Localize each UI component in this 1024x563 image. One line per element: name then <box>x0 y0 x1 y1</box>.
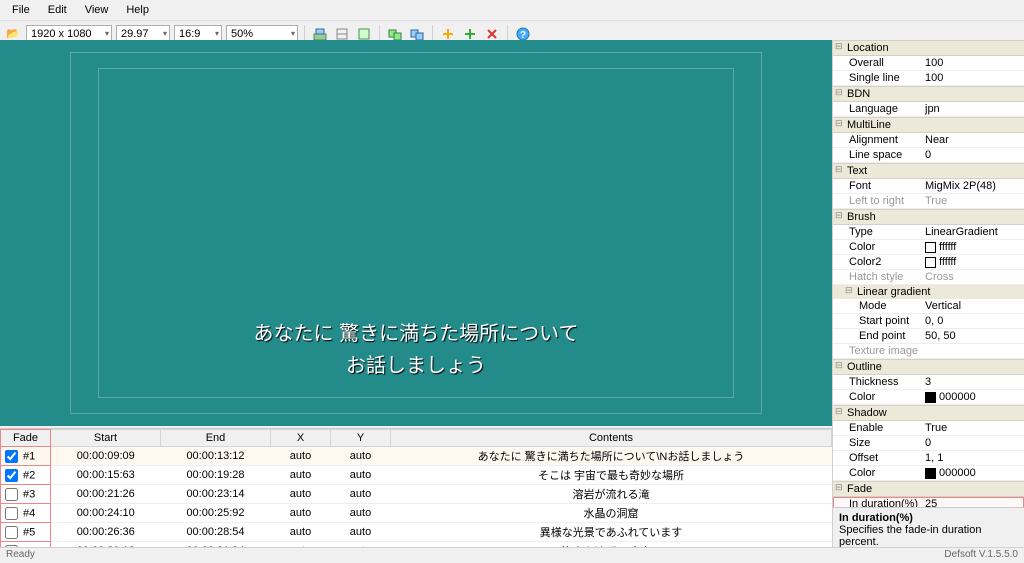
cell-contents: 水晶の洞窟 <box>391 504 832 523</box>
prop-lg-mode[interactable]: Vertical <box>921 299 1024 313</box>
preview-pane: あなたに 驚きに満ちた場所について お話しましょう <box>0 40 832 426</box>
table-row[interactable]: #400:00:24:1000:00:25:92autoauto水晶の洞窟 <box>1 504 832 523</box>
cell-end: 00:00:28:54 <box>161 523 271 542</box>
cat-outline[interactable]: Outline <box>833 359 1024 375</box>
table-row[interactable]: #500:00:26:3600:00:28:54autoauto異様な光景であふ… <box>1 523 832 542</box>
cell-y: auto <box>331 504 391 523</box>
cell-x: auto <box>271 504 331 523</box>
cell-start: 00:00:09:09 <box>51 447 161 466</box>
table-row[interactable]: #100:00:09:0900:00:13:12autoautoあなたに 驚きに… <box>1 447 832 466</box>
prop-shadow-offset[interactable]: 1, 1 <box>921 451 1024 465</box>
prop-font[interactable]: MigMix 2P(48) <box>921 179 1024 193</box>
prop-fade-in[interactable]: 25 <box>921 497 1024 507</box>
col-x[interactable]: X <box>271 430 331 447</box>
fade-checkbox-cell[interactable]: #5 <box>1 523 51 542</box>
cat-multiline[interactable]: MultiLine <box>833 117 1024 133</box>
cat-linear-gradient[interactable]: Linear gradient <box>833 285 1024 299</box>
subtitle-grid[interactable]: Fade Start End X Y Contents #100:00:09:0… <box>0 428 832 547</box>
cat-bdn[interactable]: BDN <box>833 86 1024 102</box>
cell-start: 00:00:21:26 <box>51 485 161 504</box>
col-contents[interactable]: Contents <box>391 430 832 447</box>
cat-fade[interactable]: Fade <box>833 481 1024 497</box>
prop-language[interactable]: jpn <box>921 102 1024 116</box>
prop-overall[interactable]: 100 <box>921 56 1024 70</box>
col-end[interactable]: End <box>161 430 271 447</box>
cell-start: 00:00:24:10 <box>51 504 161 523</box>
prop-brush-color[interactable]: ffffff <box>921 240 1024 254</box>
subtitle-text: あなたに 驚きに満ちた場所について お話しましょう <box>0 318 832 382</box>
fade-checkbox-cell[interactable]: #4 <box>1 504 51 523</box>
prop-shadow-enable[interactable]: True <box>921 421 1024 435</box>
status-right: Defsoft V.1.5.5.0 <box>944 549 1018 562</box>
prop-line-space[interactable]: 0 <box>921 148 1024 162</box>
menu-view[interactable]: View <box>77 2 117 18</box>
prop-ltr: True <box>921 194 1024 208</box>
cat-text[interactable]: Text <box>833 163 1024 179</box>
prop-shadow-color[interactable]: 000000 <box>921 466 1024 480</box>
prop-brush-color2[interactable]: ffffff <box>921 255 1024 269</box>
cat-brush[interactable]: Brush <box>833 209 1024 225</box>
cell-start: 00:00:26:36 <box>51 523 161 542</box>
cell-y: auto <box>331 523 391 542</box>
cell-contents: 異様な光景であふれています <box>391 523 832 542</box>
cell-start: 00:00:15:63 <box>51 466 161 485</box>
prop-thickness[interactable]: 3 <box>921 375 1024 389</box>
cat-shadow[interactable]: Shadow <box>833 405 1024 421</box>
cell-end: 00:00:19:28 <box>161 466 271 485</box>
svg-text:?: ? <box>520 30 526 41</box>
fade-checkbox-cell[interactable]: #3 <box>1 485 51 504</box>
menubar: File Edit View Help <box>0 0 1024 21</box>
prop-brush-type[interactable]: LinearGradient <box>921 225 1024 239</box>
cell-contents: 溶岩が流れる滝 <box>391 485 832 504</box>
status-left: Ready <box>6 549 35 562</box>
table-row[interactable]: #300:00:21:2600:00:23:14autoauto溶岩が流れる滝 <box>1 485 832 504</box>
cell-x: auto <box>271 523 331 542</box>
cell-x: auto <box>271 485 331 504</box>
prop-hatch: Cross <box>921 270 1024 284</box>
cell-x: auto <box>271 466 331 485</box>
cell-contents: あなたに 驚きに満ちた場所について\Nお話しましょう <box>391 447 832 466</box>
fade-checkbox-cell[interactable]: #2 <box>1 466 51 485</box>
prop-alignment[interactable]: Near <box>921 133 1024 147</box>
col-y[interactable]: Y <box>331 430 391 447</box>
menu-help[interactable]: Help <box>118 2 157 18</box>
col-fade[interactable]: Fade <box>1 430 51 447</box>
table-row[interactable]: #200:00:15:6300:00:19:28autoautoそこは 宇宙で最… <box>1 466 832 485</box>
cell-contents: そこは 宇宙で最も奇妙な場所 <box>391 466 832 485</box>
cell-x: auto <box>271 447 331 466</box>
cat-location[interactable]: Location <box>833 40 1024 56</box>
property-grid[interactable]: Location Overall100 Single line100 BDN L… <box>832 40 1024 547</box>
menu-file[interactable]: File <box>4 2 38 18</box>
statusbar: Ready Defsoft V.1.5.5.0 <box>0 547 1024 563</box>
menu-edit[interactable]: Edit <box>40 2 75 18</box>
cell-y: auto <box>331 466 391 485</box>
prop-shadow-size[interactable]: 0 <box>921 436 1024 450</box>
prop-lg-start[interactable]: 0, 0 <box>921 314 1024 328</box>
fade-checkbox-cell[interactable]: #1 <box>1 447 51 466</box>
cell-end: 00:00:23:14 <box>161 485 271 504</box>
prop-single-line[interactable]: 100 <box>921 71 1024 85</box>
col-start[interactable]: Start <box>51 430 161 447</box>
cell-y: auto <box>331 447 391 466</box>
prop-texture <box>921 344 1024 358</box>
property-description: In duration(%) Specifies the fade-in dur… <box>833 507 1024 547</box>
cell-y: auto <box>331 485 391 504</box>
prop-lg-end[interactable]: 50, 50 <box>921 329 1024 343</box>
cell-end: 00:00:25:92 <box>161 504 271 523</box>
prop-outline-color[interactable]: 000000 <box>921 390 1024 404</box>
cell-end: 00:00:13:12 <box>161 447 271 466</box>
